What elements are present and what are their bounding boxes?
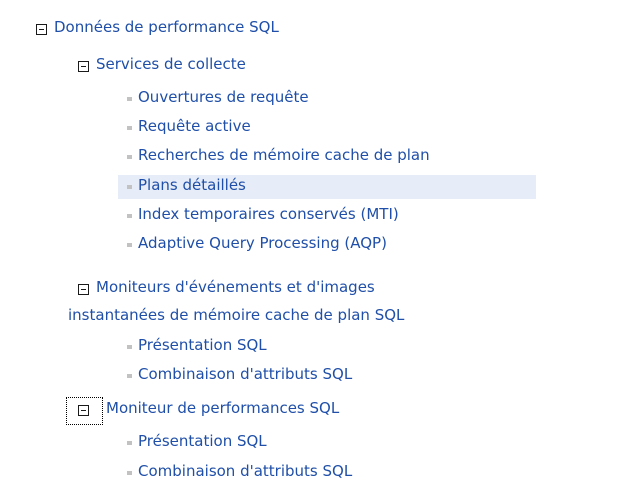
tree-leaf-aqp[interactable]: Adaptive Query Processing (AQP) [138,234,387,252]
collapse-toggle-icon[interactable] [78,284,89,295]
square-bullet-icon [127,243,132,247]
square-bullet-icon [127,471,132,475]
tree-leaf-plan-cache-searches[interactable]: Recherches de mémoire cache de plan [138,146,430,164]
tree-leaf-sql-overview[interactable]: Présentation SQL [138,336,267,354]
tree-node-collection-services[interactable]: Services de collecte [96,55,246,73]
tree-leaf-detailed-plans[interactable]: Plans détaillés [138,176,246,194]
square-bullet-icon [127,155,132,159]
square-bullet-icon [127,345,132,349]
tree-node-performance-monitor[interactable]: Moniteur de performances SQL [106,399,339,417]
tree-leaf-query-opens[interactable]: Ouvertures de requête [138,88,309,106]
square-bullet-icon [127,441,132,445]
square-bullet-icon [127,374,132,378]
tree-node-event-monitors[interactable]: Moniteurs d'événements et d'images [96,278,375,296]
tree-leaf-mti[interactable]: Index temporaires conservés (MTI) [138,205,399,223]
tree-node-event-monitors-line2[interactable]: instantanées de mémoire cache de plan SQ… [68,306,404,324]
square-bullet-icon [127,185,132,189]
tree-leaf-sql-overview-2[interactable]: Présentation SQL [138,432,267,450]
collapse-toggle-icon[interactable] [78,405,89,416]
collapse-toggle-icon[interactable] [36,24,47,35]
square-bullet-icon [127,214,132,218]
collapse-toggle-icon[interactable] [78,61,89,72]
tree-leaf-sql-attribute-mix-2[interactable]: Combinaison d'attributs SQL [138,462,352,480]
square-bullet-icon [127,126,132,130]
tree-leaf-sql-attribute-mix[interactable]: Combinaison d'attributs SQL [138,365,352,383]
tree-node-sql-performance-data[interactable]: Données de performance SQL [54,18,279,36]
tree-leaf-active-query[interactable]: Requête active [138,117,251,135]
square-bullet-icon [127,97,132,101]
